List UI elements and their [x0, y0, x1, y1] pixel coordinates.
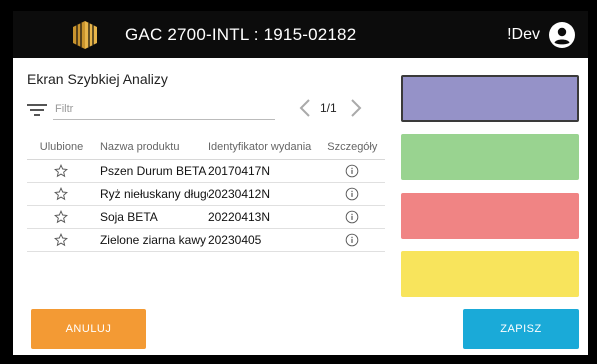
info-icon[interactable] — [345, 187, 359, 201]
table-row[interactable]: Soja BETA 20220413N — [27, 205, 385, 229]
color-swatch-green[interactable] — [401, 134, 579, 180]
info-icon[interactable] — [345, 233, 359, 247]
color-swatch-red[interactable] — [401, 193, 579, 239]
filter-list-icon — [27, 104, 47, 116]
star-outline-icon[interactable] — [54, 233, 69, 247]
color-swatch-purple[interactable] — [401, 75, 579, 122]
details-cell — [319, 205, 385, 229]
star-outline-icon[interactable] — [54, 187, 69, 201]
column-header-details: Szczegóły — [319, 135, 385, 160]
app-window: GAC 2700-INTL : 1915-02182 !Dev Ekran Sz… — [13, 11, 588, 355]
details-cell — [319, 159, 385, 183]
cancel-button[interactable]: ANULUJ — [31, 309, 146, 349]
info-icon[interactable] — [345, 210, 359, 224]
star-outline-icon[interactable] — [54, 210, 69, 224]
release-id: 20170417N — [207, 159, 320, 183]
release-id: 20220413N — [207, 205, 320, 229]
column-header-favorite: Ulubione — [27, 135, 96, 160]
product-table: Ulubione Nazwa produktu Identyfikator wy… — [27, 135, 385, 252]
release-id: 20230412N — [207, 182, 320, 206]
chevron-left-icon[interactable] — [298, 97, 312, 119]
favorite-cell — [27, 159, 96, 183]
table-row[interactable]: Ryż niełuskany długoziarnisty BETA 20230… — [27, 182, 385, 206]
column-header-release-id: Identyfikator wydania — [207, 135, 320, 160]
table-header-row: Ulubione Nazwa produktu Identyfikator wy… — [27, 135, 385, 160]
product-name: Soja BETA — [95, 205, 208, 229]
details-cell — [319, 228, 385, 252]
favorite-cell — [27, 182, 96, 206]
gac-logo-icon — [73, 21, 97, 49]
table-row[interactable]: Pszen Durum BETA 20170417N — [27, 159, 385, 183]
product-name: Zielone ziarna kawy BETA — [95, 228, 208, 252]
star-outline-icon[interactable] — [54, 164, 69, 178]
favorite-cell — [27, 205, 96, 229]
table-row[interactable]: Zielone ziarna kawy BETA 20230405 — [27, 228, 385, 252]
release-id: 20230405 — [207, 228, 320, 252]
account-circle-icon[interactable] — [549, 22, 575, 48]
screen-title: Ekran Szybkiej Analizy — [27, 71, 168, 87]
info-icon[interactable] — [345, 164, 359, 178]
column-header-product: Nazwa produktu — [95, 135, 208, 160]
save-button[interactable]: ZAPISZ — [463, 309, 579, 349]
product-name: Ryż niełuskany długoziarnisty BETA — [95, 182, 208, 206]
product-name: Pszen Durum BETA — [95, 159, 208, 183]
page-indicator: 1/1 — [320, 101, 337, 115]
favorite-cell — [27, 228, 96, 252]
top-bar: GAC 2700-INTL : 1915-02182 !Dev — [13, 11, 588, 58]
user-name[interactable]: !Dev — [507, 11, 540, 58]
filter-input[interactable] — [53, 99, 275, 120]
color-swatch-yellow[interactable] — [401, 251, 579, 297]
details-cell — [319, 182, 385, 206]
device-title: GAC 2700-INTL : 1915-02182 — [125, 25, 357, 44]
chevron-right-icon[interactable] — [349, 97, 363, 119]
